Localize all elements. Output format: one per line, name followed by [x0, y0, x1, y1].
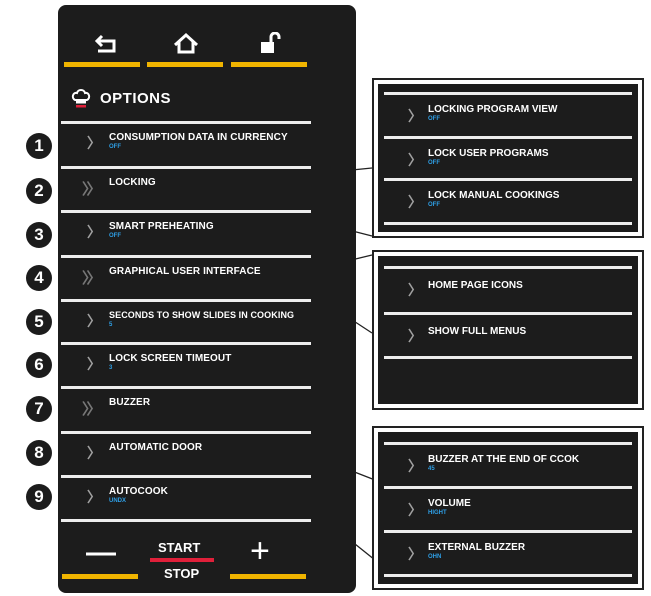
chevron-right-icon: 〉	[408, 502, 422, 518]
submenu-item-external-buzzer[interactable]: 〉 EXTERNAL BUZZER OHN	[378, 530, 638, 574]
option-number-badge: 6	[26, 352, 52, 378]
submenu-item-buzzer-end-of-cook[interactable]: 〉 BUZZER AT THE END OF CCOK 45	[378, 442, 638, 486]
option-smart-preheating[interactable]: 〉 SMART PREHEATING OFF	[61, 210, 313, 250]
option-number-badge: 9	[26, 484, 52, 510]
gui-submenu: 〉 HOME PAGE ICONS 〉 SHOW FULL MENUS	[372, 250, 644, 410]
option-buzzer[interactable]: 〉〉 BUZZER	[61, 386, 313, 426]
chevron-right-icon: 〉	[87, 489, 101, 505]
back-icon	[94, 34, 116, 53]
option-locking[interactable]: 〉〉 LOCKING	[61, 166, 313, 206]
submenu-item-volume[interactable]: 〉 VOLUME HIGHT	[378, 486, 638, 530]
chevron-right-icon: 〉	[87, 445, 101, 461]
chevron-right-icon: 〉	[408, 152, 422, 168]
chevron-right-icon: 〉	[408, 194, 422, 210]
unlock-button[interactable]	[250, 30, 290, 58]
minus-button[interactable]: —	[86, 536, 116, 570]
option-lock-screen-timeout[interactable]: 〉 LOCK SCREEN TIMEOUT 3	[61, 342, 313, 382]
home-button[interactable]	[166, 30, 206, 58]
submenu-item-lock-manual-cookings[interactable]: 〉 LOCK MANUAL COOKINGS OFF	[378, 178, 638, 222]
list-divider	[61, 519, 313, 523]
option-autocook[interactable]: 〉 AUTOCOOK UNDX	[61, 475, 313, 515]
plus-indicator	[230, 574, 306, 579]
chef-hat-icon	[70, 87, 92, 109]
option-number-badge: 8	[26, 440, 52, 466]
chevron-right-icon: 〉	[87, 356, 101, 372]
options-header: OPTIONS	[70, 82, 310, 114]
submenu-item-show-full-menus[interactable]: 〉 SHOW FULL MENUS	[378, 312, 638, 356]
chevron-right-icon: 〉	[408, 282, 422, 298]
option-seconds-show-slides[interactable]: 〉 SECONDS TO SHOW SLIDES IN COOKING 5	[61, 299, 313, 339]
option-number-badge: 2	[26, 178, 52, 204]
plus-button[interactable]: +	[250, 532, 270, 571]
submenu-item-locking-program-view[interactable]: 〉 LOCKING PROGRAM VIEW OFF	[378, 92, 638, 136]
chevron-right-icon: 〉	[87, 224, 101, 240]
page-title: OPTIONS	[100, 89, 172, 107]
home-icon	[173, 32, 199, 54]
buzzer-submenu: 〉 BUZZER AT THE END OF CCOK 45 〉 VOLUME …	[372, 426, 644, 590]
option-number-badge: 5	[26, 309, 52, 335]
start-button[interactable]: START	[158, 540, 200, 555]
chevron-right-icon: 〉	[408, 328, 422, 344]
double-chevron-icon: 〉〉	[82, 401, 101, 418]
option-automatic-door[interactable]: 〉 AUTOMATIC DOOR	[61, 431, 313, 471]
chevron-right-icon: 〉	[408, 458, 422, 474]
double-chevron-icon: 〉〉	[82, 181, 101, 198]
option-number-badge: 7	[26, 396, 52, 422]
unlock-icon	[261, 32, 281, 53]
submenu-item-home-page-icons[interactable]: 〉 HOME PAGE ICONS	[378, 266, 638, 310]
tab-indicator	[231, 62, 307, 67]
chevron-right-icon: 〉	[408, 108, 422, 124]
double-chevron-icon: 〉〉	[82, 270, 101, 287]
chevron-right-icon: 〉	[408, 546, 422, 562]
tab-indicator	[64, 62, 140, 67]
option-number-badge: 4	[26, 265, 52, 291]
submenu-item-lock-user-programs[interactable]: 〉 LOCK USER PROGRAMS OFF	[378, 136, 638, 180]
stop-button[interactable]: STOP	[164, 566, 199, 581]
tab-indicator	[147, 62, 223, 67]
option-consumption-data[interactable]: 〉 CONSUMPTION DATA IN CURRENCY OFF	[61, 121, 313, 161]
chevron-right-icon: 〉	[87, 313, 101, 329]
option-number-badge: 3	[26, 222, 52, 248]
chevron-right-icon: 〉	[87, 135, 101, 151]
minus-indicator	[62, 574, 138, 579]
start-stop-divider	[150, 558, 214, 562]
back-button[interactable]	[88, 30, 128, 58]
option-number-badge: 1	[26, 133, 52, 159]
option-graphical-user-interface[interactable]: 〉〉 GRAPHICAL USER INTERFACE	[61, 255, 313, 295]
locking-submenu: 〉 LOCKING PROGRAM VIEW OFF 〉 LOCK USER P…	[372, 78, 644, 238]
